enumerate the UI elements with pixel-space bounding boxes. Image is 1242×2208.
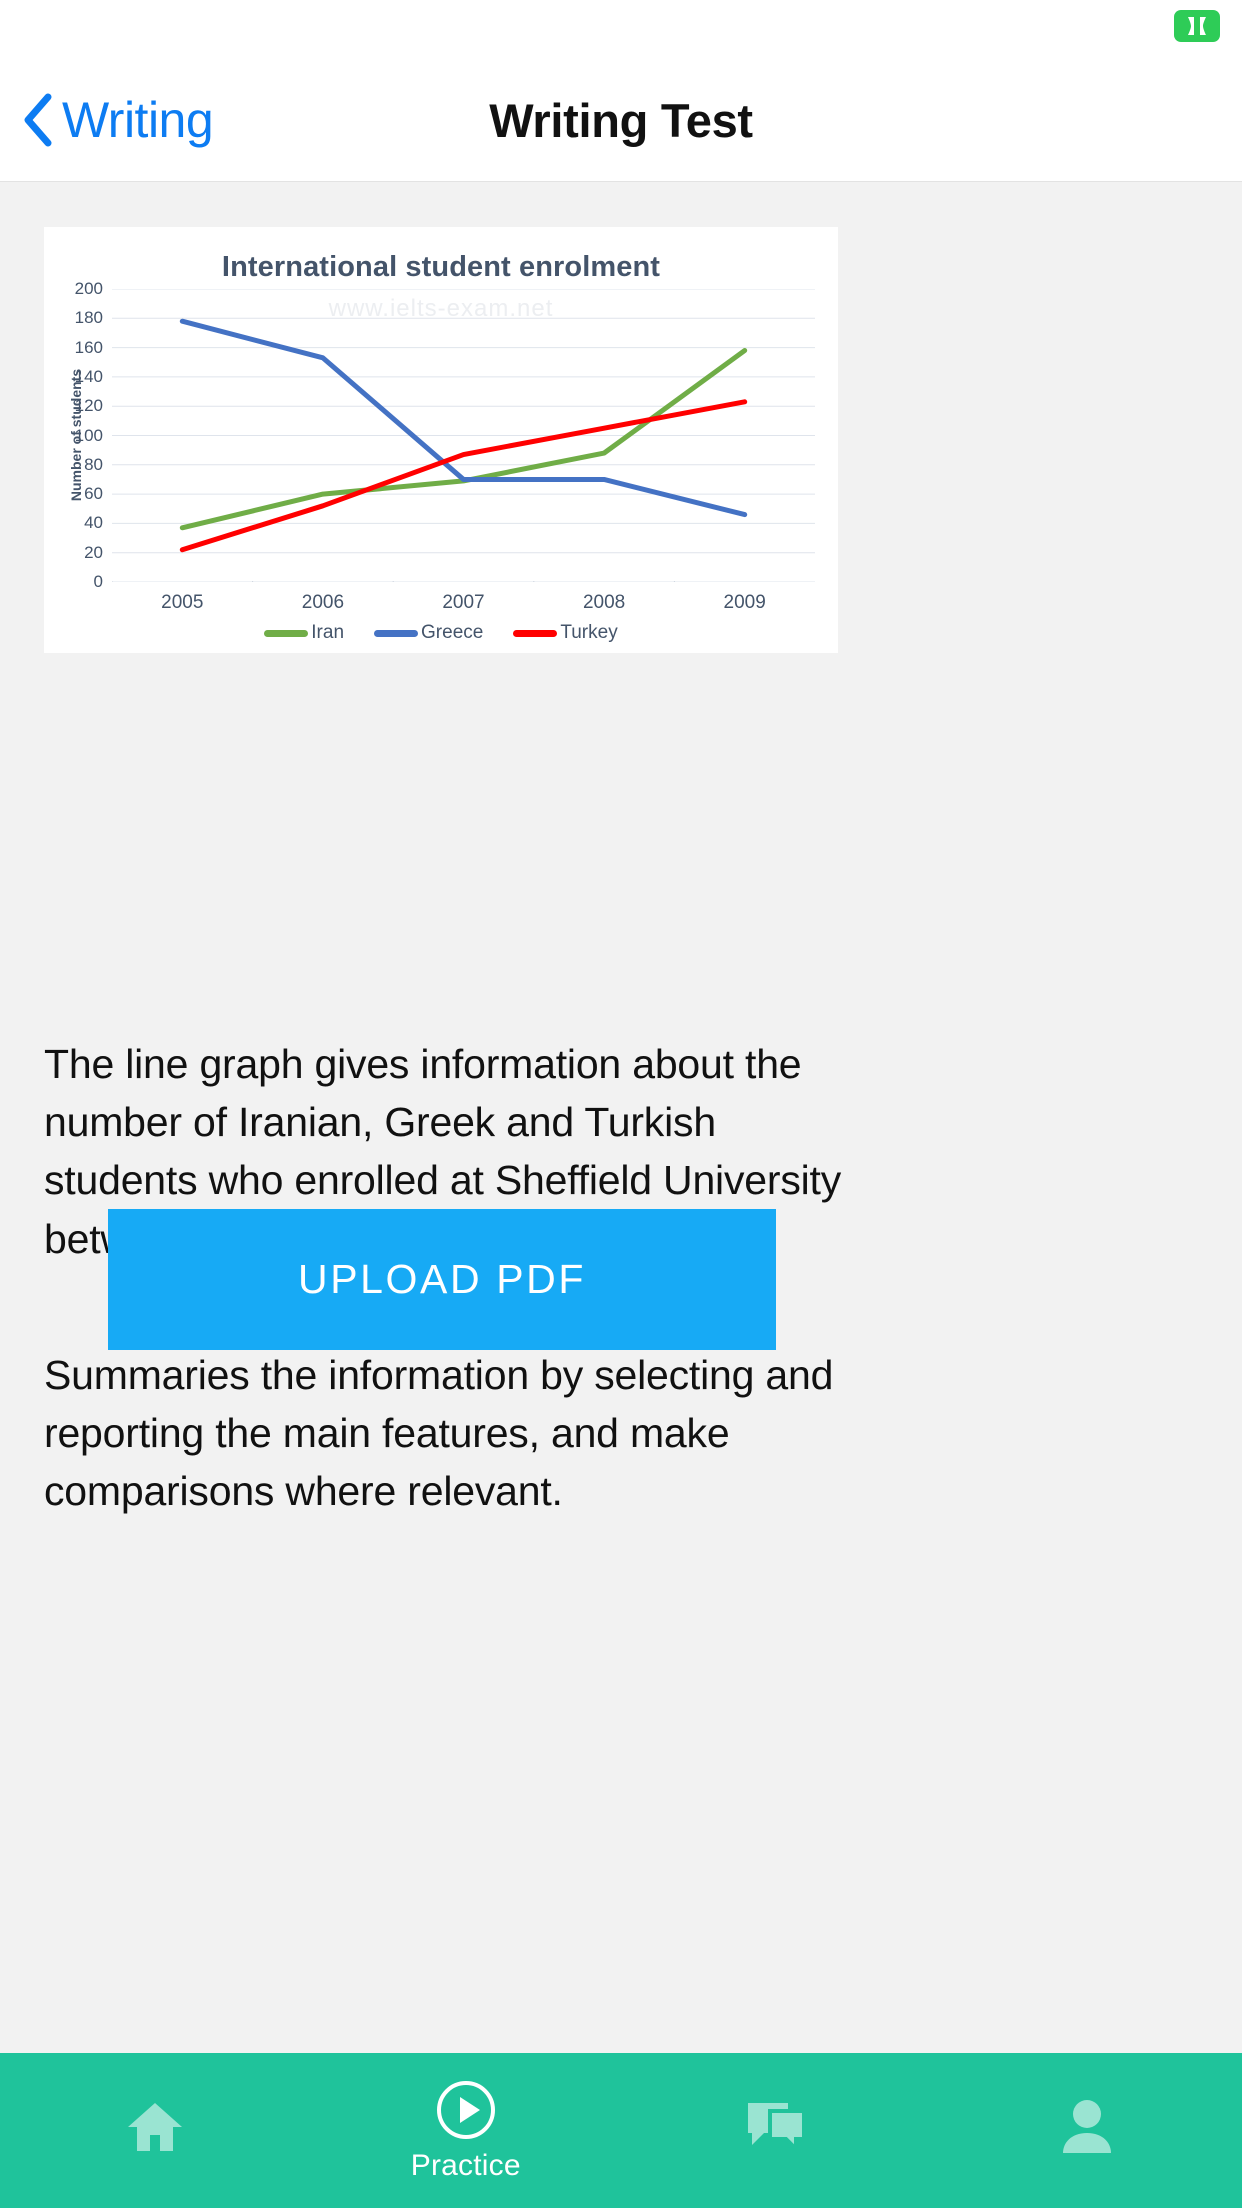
- chart-x-tick: 2009: [723, 592, 766, 613]
- chart-legend-label: Greece: [421, 622, 484, 643]
- chart-x-tick: 2007: [442, 592, 485, 613]
- chart-plot-area: 200 180 160 140 120 100 80 60 40 20 0 2005 2006 2007 2…: [75, 279, 815, 613]
- chart-legend-item: Iran: [264, 622, 344, 644]
- legend-swatch-icon: [513, 629, 558, 637]
- app-header: Writing Test Writing: [0, 58, 1242, 182]
- status-bar: [0, 0, 1242, 58]
- back-button[interactable]: Writing: [22, 58, 214, 182]
- chart-x-tick: 2008: [582, 592, 626, 613]
- nav-item-practice[interactable]: Practice: [311, 2053, 622, 2208]
- chart-y-tick: 200: [74, 279, 103, 298]
- chart-y-tick: 160: [74, 337, 103, 357]
- chart-legend-item: Turkey: [513, 622, 618, 644]
- app-screen: Writing Test Writing International stude…: [0, 0, 1242, 2208]
- chart-y-tick: 80: [84, 454, 103, 474]
- nav-item-profile[interactable]: [932, 2053, 1242, 2208]
- legend-swatch-icon: [374, 629, 419, 637]
- task-paragraph-2: Summaries the information by selecting a…: [44, 1351, 834, 1515]
- chart-y-tick: 100: [74, 425, 103, 445]
- chart-y-tick: 0: [93, 572, 103, 591]
- back-button-label: Writing: [62, 92, 214, 148]
- chart-x-tick: 2005: [161, 592, 204, 613]
- play-circle-icon: [435, 2079, 497, 2141]
- chart-legend-item: Greece: [374, 622, 483, 644]
- chat-icon: [744, 2099, 808, 2155]
- chart-title: International student enrolment: [221, 251, 661, 283]
- quote-badge-icon: [1174, 10, 1220, 42]
- chevron-left-icon: [22, 93, 52, 147]
- chart-card: International student enrolment www.ielt…: [44, 227, 838, 653]
- nav-item-chat[interactable]: [621, 2053, 932, 2208]
- chart-y-tick: 40: [84, 513, 103, 533]
- upload-pdf-button[interactable]: UPLOAD PDF: [108, 1209, 776, 1350]
- chart-legend-label: Turkey: [560, 622, 618, 643]
- chart-y-tick: 60: [84, 484, 103, 504]
- chart-y-tick: 20: [84, 542, 103, 562]
- chart-legend-label: Iran: [311, 622, 345, 643]
- chart-y-tick: 140: [74, 366, 103, 386]
- bottom-navigation: Practice: [0, 2053, 1242, 2208]
- chart-x-tick: 2006: [301, 592, 345, 613]
- nav-item-home[interactable]: [0, 2053, 311, 2208]
- chart-y-tick: 120: [74, 396, 103, 416]
- person-icon: [1059, 2097, 1115, 2157]
- nav-item-practice-label: Practice: [410, 2148, 521, 2182]
- chart-legend: Iran Greece Turkey: [44, 622, 838, 644]
- legend-swatch-icon: [264, 629, 309, 637]
- home-icon: [124, 2099, 186, 2155]
- chart-y-tick: 180: [74, 308, 103, 328]
